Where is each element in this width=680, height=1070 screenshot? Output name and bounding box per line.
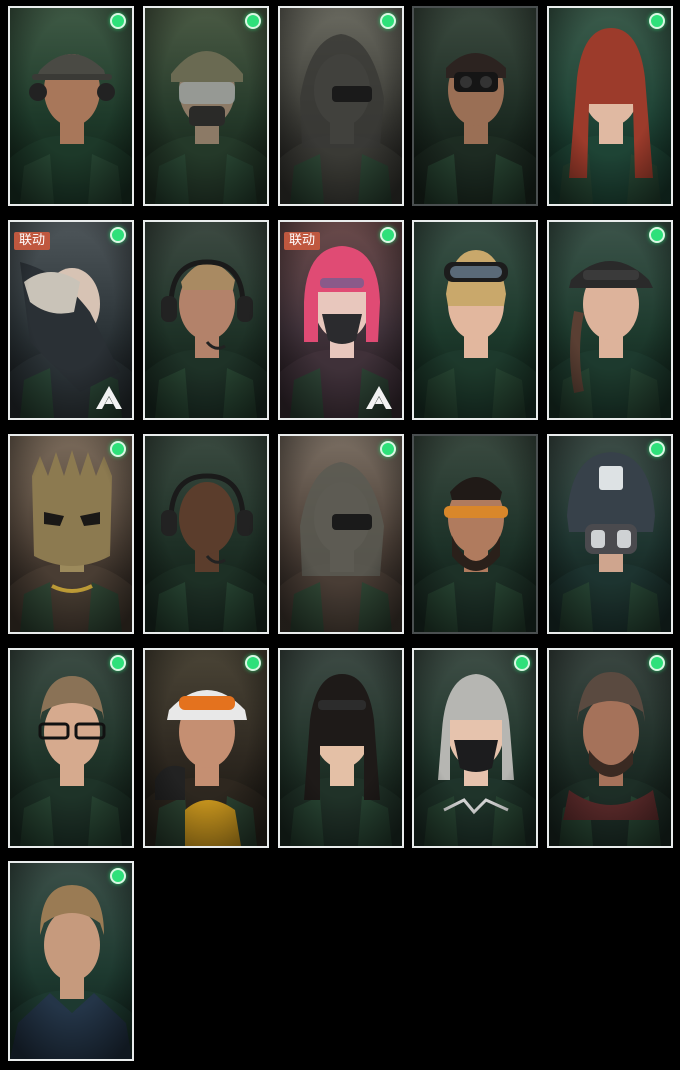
operator-card[interactable] — [547, 220, 673, 420]
owned-status-icon — [110, 13, 126, 29]
bald-bearded-headset-portrait — [145, 436, 267, 632]
operator-card[interactable] — [412, 434, 538, 634]
owned-status-icon — [245, 655, 261, 671]
operator-card[interactable] — [412, 648, 538, 848]
bearded-orange-shades-portrait — [414, 436, 536, 632]
soldier-helmet-visor-portrait — [145, 8, 267, 204]
owned-status-icon — [649, 227, 665, 243]
collab-logo-icon — [366, 386, 392, 409]
operator-card[interactable] — [8, 648, 134, 848]
owned-status-icon — [110, 441, 126, 457]
owned-status-icon — [649, 13, 665, 29]
owned-status-icon — [245, 13, 261, 29]
owned-status-icon — [649, 655, 665, 671]
operator-card[interactable] — [547, 6, 673, 206]
collab-logo-icon — [96, 386, 122, 409]
owned-status-icon — [110, 655, 126, 671]
gold-spiked-mask-portrait — [10, 436, 132, 632]
operator-card[interactable] — [278, 6, 404, 206]
owned-status-icon — [380, 227, 396, 243]
blonde-woman-goggles-portrait — [414, 222, 536, 418]
veteran-scarf-portrait — [549, 650, 671, 846]
operator-card[interactable]: 联动 — [278, 220, 404, 420]
operator-card[interactable] — [143, 434, 269, 634]
ghillie-nvg-portrait — [280, 8, 402, 204]
owned-status-icon — [380, 441, 396, 457]
soldier-nvg-portrait — [414, 8, 536, 204]
operator-card[interactable] — [143, 6, 269, 206]
operator-card[interactable] — [143, 220, 269, 420]
blond-soldier-headset-portrait — [145, 222, 267, 418]
collab-badge: 联动 — [284, 232, 321, 250]
red-hair-woman-portrait — [549, 8, 671, 204]
operator-card[interactable] — [412, 6, 538, 206]
operator-card[interactable] — [547, 434, 673, 634]
operator-card[interactable] — [278, 434, 404, 634]
operator-card[interactable] — [547, 648, 673, 848]
glasses-soldier-portrait — [10, 650, 132, 846]
operator-card[interactable] — [8, 434, 134, 634]
operator-card[interactable] — [8, 861, 134, 1061]
dark-hair-woman-portrait — [280, 650, 402, 846]
operator-card[interactable] — [8, 6, 134, 206]
owned-status-icon — [514, 655, 530, 671]
operator-grid: 联动 联动 — [0, 0, 680, 1070]
owned-status-icon — [110, 868, 126, 884]
owned-status-icon — [649, 441, 665, 457]
operator-card[interactable] — [278, 648, 404, 848]
woman-cap-braid-portrait — [549, 222, 671, 418]
helmet-respirator-portrait — [549, 436, 671, 632]
operator-card[interactable]: 联动 — [8, 220, 134, 420]
ghillie-hood-portrait — [280, 436, 402, 632]
operator-card[interactable] — [412, 220, 538, 420]
blond-man-jacket-portrait — [10, 863, 132, 1059]
collab-badge: 联动 — [14, 232, 51, 250]
soldier-cap-headset-portrait — [10, 8, 132, 204]
owned-status-icon — [110, 227, 126, 243]
woman-visor-goggles-portrait — [145, 650, 267, 846]
operator-card[interactable] — [143, 648, 269, 848]
owned-status-icon — [380, 13, 396, 29]
silver-braids-masked-portrait — [414, 650, 536, 846]
